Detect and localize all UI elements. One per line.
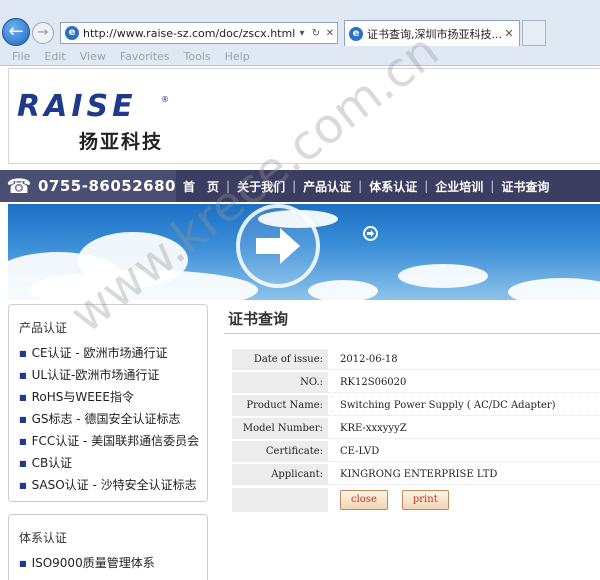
table-row: NO.: RK12S06020: [232, 371, 600, 394]
browser-chrome: ← → e http://www.raise-sz.com/doc/zscx.h…: [0, 0, 600, 66]
tab-close-icon[interactable]: ✕: [503, 27, 515, 40]
cloud-shape: [308, 280, 378, 300]
row-value: KRE-xxxyyyZ: [328, 418, 600, 439]
menu-help[interactable]: Help: [225, 50, 250, 63]
banner-arrow-button[interactable]: [236, 204, 320, 288]
forward-arrow-icon: →: [37, 25, 49, 40]
title-divider: [224, 333, 600, 334]
logo-registered-mark: ®: [161, 95, 169, 104]
sidebar-item-gs[interactable]: GS标志 - 德国安全认证标志: [9, 408, 207, 430]
row-label: Date of issue:: [232, 349, 328, 370]
cloud-shape: [508, 278, 600, 300]
row-value: 2012-06-18: [328, 349, 600, 370]
address-url[interactable]: http://www.raise-sz.com/doc/zscx.html: [83, 27, 295, 40]
menu-tools[interactable]: Tools: [184, 50, 211, 63]
phone-icon: ☎: [6, 174, 32, 198]
nav-item-home[interactable]: 首 页: [176, 178, 226, 195]
sidebar-item-ce[interactable]: CE认证 - 欧洲市场通行证: [9, 342, 207, 364]
browser-tab[interactable]: e 证书查询,深圳市扬亚科技... ✕: [344, 20, 520, 46]
sidebar-item-rohs[interactable]: RoHS与WEEE指令: [9, 386, 207, 408]
back-button[interactable]: ←: [2, 18, 30, 46]
row-label: Certificate:: [232, 441, 328, 462]
menu-favorites[interactable]: Favorites: [120, 50, 170, 63]
menu-view[interactable]: View: [80, 50, 106, 63]
sidebar-item-iso9000[interactable]: ISO9000质量管理体系: [9, 552, 207, 574]
row-label: Product Name:: [232, 395, 328, 416]
sidebar-heading: 体系认证: [19, 531, 68, 545]
hero-banner: [8, 204, 600, 300]
forward-button[interactable]: →: [32, 22, 54, 44]
row-value: Switching Power Supply ( AC/DC Adapter): [328, 395, 600, 416]
sidebar-item-ul[interactable]: UL认证-欧洲市场通行证: [9, 364, 207, 386]
nav-item-training[interactable]: 企业培训: [428, 178, 490, 195]
row-value: KINGRONG ENTERPRISE LTD: [328, 464, 600, 485]
phone-number: 0755-86052680: [38, 177, 176, 195]
sidebar-item-cb[interactable]: CB认证: [9, 452, 207, 474]
refresh-icon[interactable]: ↻: [309, 28, 323, 39]
logo-text[interactable]: RAISE: [17, 89, 137, 124]
close-button[interactable]: close: [340, 490, 388, 510]
ie-favicon-icon: e: [65, 26, 79, 40]
tab-title: 证书查询,深圳市扬亚科技...: [367, 27, 502, 41]
table-row: Model Number: KRE-xxxyyyZ: [232, 417, 600, 440]
table-row: Certificate: CE-LVD: [232, 440, 600, 463]
sidebar-item-saso[interactable]: SASO认证 - 沙特安全认证标志: [9, 474, 207, 496]
cloud-shape: [398, 264, 488, 288]
dropdown-icon[interactable]: ▾: [295, 28, 309, 39]
row-value: RK12S06020: [328, 372, 600, 393]
action-row-label-cell: [232, 488, 328, 512]
small-right-arrow-icon: [367, 230, 374, 237]
logo-chinese-name: 扬亚科技: [79, 131, 164, 153]
nav-item-cert-query[interactable]: 证书查询: [494, 178, 556, 195]
row-value: CE-LVD: [328, 441, 600, 462]
page-title: 证书查询: [228, 310, 289, 328]
menu-edit[interactable]: Edit: [44, 50, 65, 63]
table-row: Date of issue: 2012-06-18: [232, 348, 600, 371]
back-arrow-icon: ←: [8, 21, 24, 42]
certificate-table: Date of issue: 2012-06-18 NO.: RK12S0602…: [232, 348, 600, 486]
action-row: close print: [232, 488, 600, 512]
banner-next-button[interactable]: [363, 226, 378, 241]
row-label: NO.:: [232, 372, 328, 393]
address-bar[interactable]: e http://www.raise-sz.com/doc/zscx.html …: [60, 22, 338, 44]
table-row: Product Name: Switching Power Supply ( A…: [232, 394, 600, 417]
table-row: Applicant: KINGRONG ENTERPRISE LTD: [232, 463, 600, 486]
main-nav: 首 页 | 关于我们 | 产品认证 | 体系认证 | 企业培训 | 证书查询: [176, 170, 600, 202]
sidebar-item-fcc[interactable]: FCC认证 - 美国联邦通信委员会: [9, 430, 207, 452]
menu-file[interactable]: File: [12, 50, 30, 63]
row-label: Model Number:: [232, 418, 328, 439]
sidebar-heading: 产品认证: [19, 321, 68, 335]
sidebar-product-cert: 产品认证 CE认证 - 欧洲市场通行证 UL认证-欧洲市场通行证 RoHS与WE…: [8, 304, 208, 502]
print-button[interactable]: print: [401, 490, 449, 510]
right-arrow-icon: [256, 228, 300, 264]
phone-bar: ☎ 0755-86052680: [0, 170, 176, 202]
nav-item-about[interactable]: 关于我们: [230, 178, 292, 195]
stop-icon[interactable]: ✕: [323, 28, 337, 39]
sidebar-system-cert: 体系认证 ISO9000质量管理体系: [8, 514, 208, 580]
site-header: RAISE ® 扬亚科技: [8, 68, 600, 164]
nav-item-system-cert[interactable]: 体系认证: [362, 178, 424, 195]
tab-favicon-icon: e: [349, 26, 363, 41]
menu-bar: File Edit View Favorites Tools Help: [0, 46, 600, 66]
new-tab-button[interactable]: [522, 20, 546, 46]
nav-item-product-cert[interactable]: 产品认证: [296, 178, 358, 195]
row-label: Applicant:: [232, 464, 328, 485]
